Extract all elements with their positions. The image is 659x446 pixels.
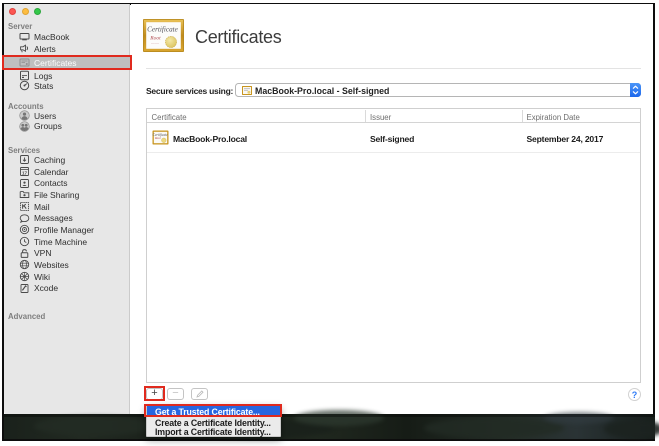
- svg-text:Certificate: Certificate: [147, 26, 179, 34]
- svg-text:—·—: —·—: [150, 41, 160, 46]
- svg-text:17: 17: [22, 171, 28, 176]
- svg-text:Root: Root: [154, 136, 161, 140]
